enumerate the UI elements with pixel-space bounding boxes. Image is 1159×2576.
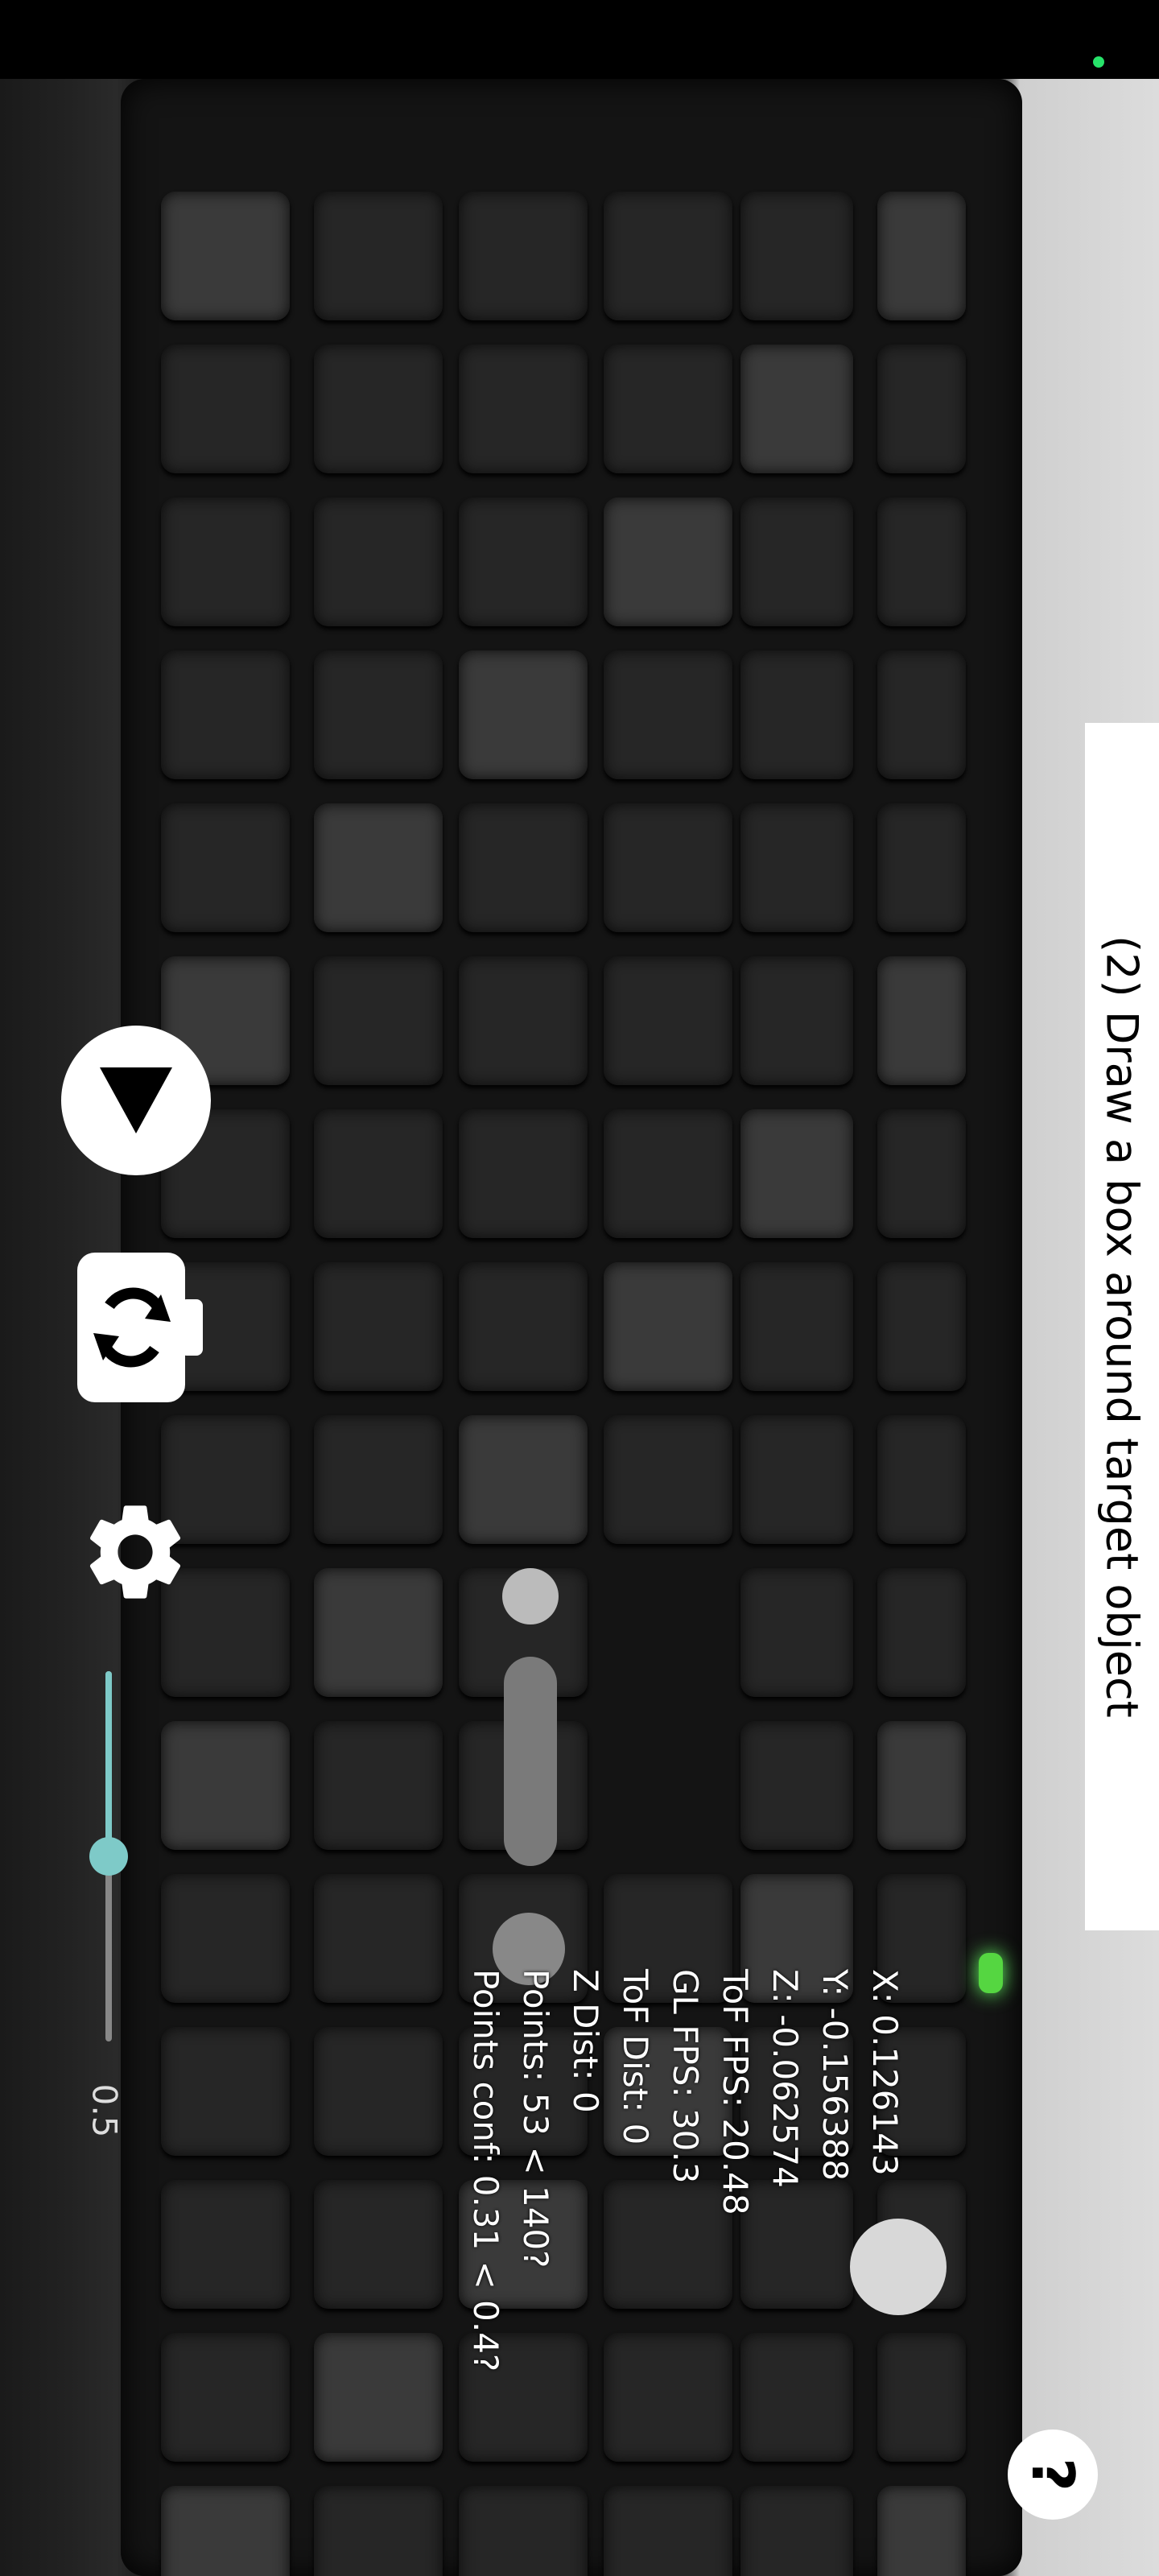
keyboard-key	[314, 1874, 443, 2003]
keyboard-key	[459, 956, 588, 1085]
keyboard-key	[161, 1874, 290, 2003]
keyboard-key	[604, 192, 732, 320]
keyboard-key	[161, 650, 290, 779]
instruction-text: (2) Draw a box around target object	[1096, 935, 1148, 1718]
keyboard-key	[314, 497, 443, 626]
keyboard-key	[459, 803, 588, 932]
threshold-slider[interactable]	[89, 1671, 129, 2041]
keyboard-key	[604, 1262, 732, 1391]
keyboard-key	[314, 2333, 443, 2462]
stat-z: Z: -0.062574	[765, 1969, 805, 2188]
keyboard-key	[314, 650, 443, 779]
stat-x: X: 0.126143	[865, 1969, 905, 2176]
keyboard-key	[740, 803, 853, 932]
keyboard-key	[459, 497, 588, 626]
keyboard-key	[877, 1415, 966, 1544]
gear-icon	[89, 1505, 181, 1599]
keyboard-key	[740, 497, 853, 626]
keyboard-key	[604, 1109, 732, 1238]
play-icon	[100, 1067, 172, 1133]
keyboard-key	[314, 956, 443, 1085]
keyboard-key	[740, 1415, 853, 1544]
slider-thumb[interactable]	[89, 1837, 128, 1876]
keyboard-key	[459, 192, 588, 320]
keyboard-key	[877, 345, 966, 473]
keyboard-key	[161, 497, 290, 626]
keyboard-key	[604, 803, 732, 932]
keyboard-key	[314, 1568, 443, 1697]
keyboard-led	[979, 1953, 1003, 1993]
keyboard-key	[604, 497, 732, 626]
keyboard-key	[604, 650, 732, 779]
slider-fill	[105, 1671, 112, 1856]
keyboard-key	[740, 1568, 853, 1697]
stat-y: Y: -0.156388	[815, 1969, 855, 2182]
slider-value-label: 0.5	[85, 2083, 125, 2138]
keyboard-key	[877, 650, 966, 779]
scroll-wheel	[502, 1568, 559, 1624]
keyboard-key	[161, 2333, 290, 2462]
scroll-bar	[504, 1657, 557, 1866]
keyboard-key	[161, 1721, 290, 1850]
keyboard-key	[604, 2486, 732, 2576]
keyboard-key	[740, 650, 853, 779]
keyboard-key	[877, 956, 966, 1085]
keyboard-key	[314, 345, 443, 473]
keyboard-key	[877, 2486, 966, 2576]
keyboard-key	[604, 345, 732, 473]
keyboard-key	[314, 1415, 443, 1544]
play-button[interactable]	[61, 1026, 211, 1175]
keyboard-key	[161, 2027, 290, 2156]
keyboard-key	[459, 2486, 588, 2576]
keyboard-key	[161, 192, 290, 320]
keyboard-key	[877, 1568, 966, 1697]
keyboard-key	[314, 1262, 443, 1391]
keyboard-key	[314, 2180, 443, 2309]
help-label: ?	[1018, 2458, 1087, 2491]
stat-gl-fps: GL FPS: 30.3	[666, 1969, 705, 2184]
keyboard-key	[740, 2486, 853, 2576]
camera-indicator-dot	[1093, 56, 1104, 68]
keyboard-key	[740, 1262, 853, 1391]
keyboard-key	[161, 2486, 290, 2576]
keyboard-key	[604, 1415, 732, 1544]
keyboard-key	[459, 650, 588, 779]
keyboard-key	[877, 1721, 966, 1850]
keyboard-key	[740, 1721, 853, 1850]
keyboard-key	[459, 1109, 588, 1238]
camera-switch-icon	[77, 1253, 203, 1402]
keyboard-key	[161, 2180, 290, 2309]
keyboard-key	[314, 192, 443, 320]
keyboard-key	[877, 497, 966, 626]
keyboard-key	[604, 956, 732, 1085]
keyboard-key	[877, 192, 966, 320]
keyboard-key	[459, 345, 588, 473]
keyboard-key	[314, 1109, 443, 1238]
keyboard-key	[161, 345, 290, 473]
keyboard-key	[877, 1109, 966, 1238]
keyboard-key	[877, 1262, 966, 1391]
stat-z-dist: Z Dist: 0	[566, 1969, 605, 2113]
debug-stats: X: 0.126143 Y: -0.156388 Z: -0.062574 To…	[460, 1969, 909, 2420]
keyboard-key	[877, 803, 966, 932]
keyboard-key	[161, 803, 290, 932]
keyboard-key	[314, 803, 443, 932]
keyboard-key	[314, 1721, 443, 1850]
stat-points: Points: 53 < 140?	[516, 1969, 555, 2268]
keyboard-key	[314, 2027, 443, 2156]
keyboard-key	[740, 345, 853, 473]
settings-button[interactable]	[77, 1494, 193, 1610]
stat-tof-dist: ToF Dist: 0	[616, 1969, 655, 2145]
status-bar	[0, 0, 1159, 79]
switch-camera-button[interactable]	[77, 1253, 203, 1402]
keyboard-key	[740, 192, 853, 320]
keyboard-key	[459, 1415, 588, 1544]
keyboard-key	[740, 1109, 853, 1238]
keyboard-key	[314, 2486, 443, 2576]
keyboard-key	[740, 956, 853, 1085]
keyboard-key	[459, 1262, 588, 1391]
help-button[interactable]: ?	[1008, 2429, 1098, 2520]
stat-points-conf: Points conf: 0.31 < 0.4?	[466, 1969, 505, 2372]
stat-tof-fps: ToF FPS: 20.48	[716, 1969, 755, 2215]
